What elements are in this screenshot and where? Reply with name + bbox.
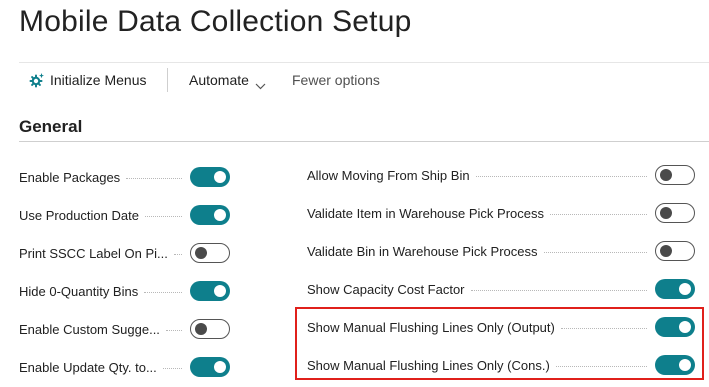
dot-leader	[475, 175, 647, 177]
action-separator	[167, 68, 168, 92]
toggle-switch[interactable]	[655, 279, 695, 299]
field-validate-item-pick: Validate Item in Warehouse Pick Process	[307, 201, 695, 225]
field-show-capacity-cost-factor: Show Capacity Cost Factor	[307, 277, 695, 301]
toggle-knob	[214, 171, 226, 183]
dot-leader	[165, 329, 182, 331]
field-label: Validate Bin in Warehouse Pick Process	[307, 243, 538, 259]
toggle-switch[interactable]	[190, 167, 230, 187]
page: Mobile Data Collection Setup Initialize …	[0, 0, 709, 387]
field-validate-bin-pick: Validate Bin in Warehouse Pick Process	[307, 239, 695, 263]
dot-leader	[173, 253, 182, 255]
section-divider	[19, 141, 709, 142]
field-label: Validate Item in Warehouse Pick Process	[307, 205, 544, 221]
field-enable-update-qty: Enable Update Qty. to...	[19, 355, 230, 379]
field-label: Enable Packages	[19, 169, 121, 185]
toggle-switch[interactable]	[190, 319, 230, 339]
field-allow-moving-from-ship-bin: Allow Moving From Ship Bin	[307, 163, 695, 187]
field-label: Allow Moving From Ship Bin	[307, 167, 470, 183]
toggle-switch[interactable]	[655, 241, 695, 261]
toggle-knob	[660, 207, 672, 219]
initialize-menus-label: Initialize Menus	[50, 72, 147, 88]
dot-leader	[144, 215, 182, 217]
fewer-options-button[interactable]: Fewer options	[292, 72, 380, 88]
toggle-knob	[679, 283, 691, 295]
field-label: Hide 0-Quantity Bins	[19, 283, 139, 299]
page-title: Mobile Data Collection Setup	[19, 5, 412, 38]
field-label: Show Capacity Cost Factor	[307, 281, 465, 297]
toggle-switch[interactable]	[190, 205, 230, 225]
gear-sparkle-icon	[29, 72, 45, 88]
field-label: Print SSCC Label On Pi...	[19, 245, 168, 261]
dot-leader	[162, 367, 182, 369]
field-label: Enable Update Qty. to...	[19, 359, 157, 375]
toggle-switch[interactable]	[655, 165, 695, 185]
automate-label: Automate	[189, 72, 249, 88]
toggle-knob	[660, 169, 672, 181]
field-use-production-date: Use Production Date	[19, 203, 230, 227]
highlight-box	[295, 307, 704, 380]
field-hide-zero-quantity-bins: Hide 0-Quantity Bins	[19, 279, 230, 303]
toggle-knob	[195, 323, 207, 335]
field-label: Use Production Date	[19, 207, 139, 223]
toggle-knob	[660, 245, 672, 257]
action-bar: Initialize Menus Automate Fewer options	[19, 62, 709, 97]
initialize-menus-button[interactable]: Initialize Menus	[29, 72, 147, 88]
toggle-knob	[214, 209, 226, 221]
field-enable-custom-suggestions: Enable Custom Sugge...	[19, 317, 230, 341]
toggle-knob	[195, 247, 207, 259]
toggle-switch[interactable]	[190, 357, 230, 377]
field-label: Enable Custom Sugge...	[19, 321, 160, 337]
field-print-sscc-label: Print SSCC Label On Pi...	[19, 241, 230, 265]
dot-leader	[550, 213, 647, 215]
dot-leader	[144, 291, 182, 293]
automate-menu-button[interactable]: Automate	[189, 72, 266, 89]
toggle-switch[interactable]	[190, 243, 230, 263]
toggle-knob	[214, 361, 226, 373]
dot-leader	[126, 177, 182, 179]
toggle-switch[interactable]	[655, 203, 695, 223]
toggle-switch[interactable]	[190, 281, 230, 301]
dot-leader	[470, 289, 647, 291]
toggle-knob	[214, 285, 226, 297]
section-title-general[interactable]: General	[19, 117, 82, 137]
field-enable-packages: Enable Packages	[19, 165, 230, 189]
chevron-down-icon	[255, 77, 266, 89]
dot-leader	[543, 251, 647, 253]
